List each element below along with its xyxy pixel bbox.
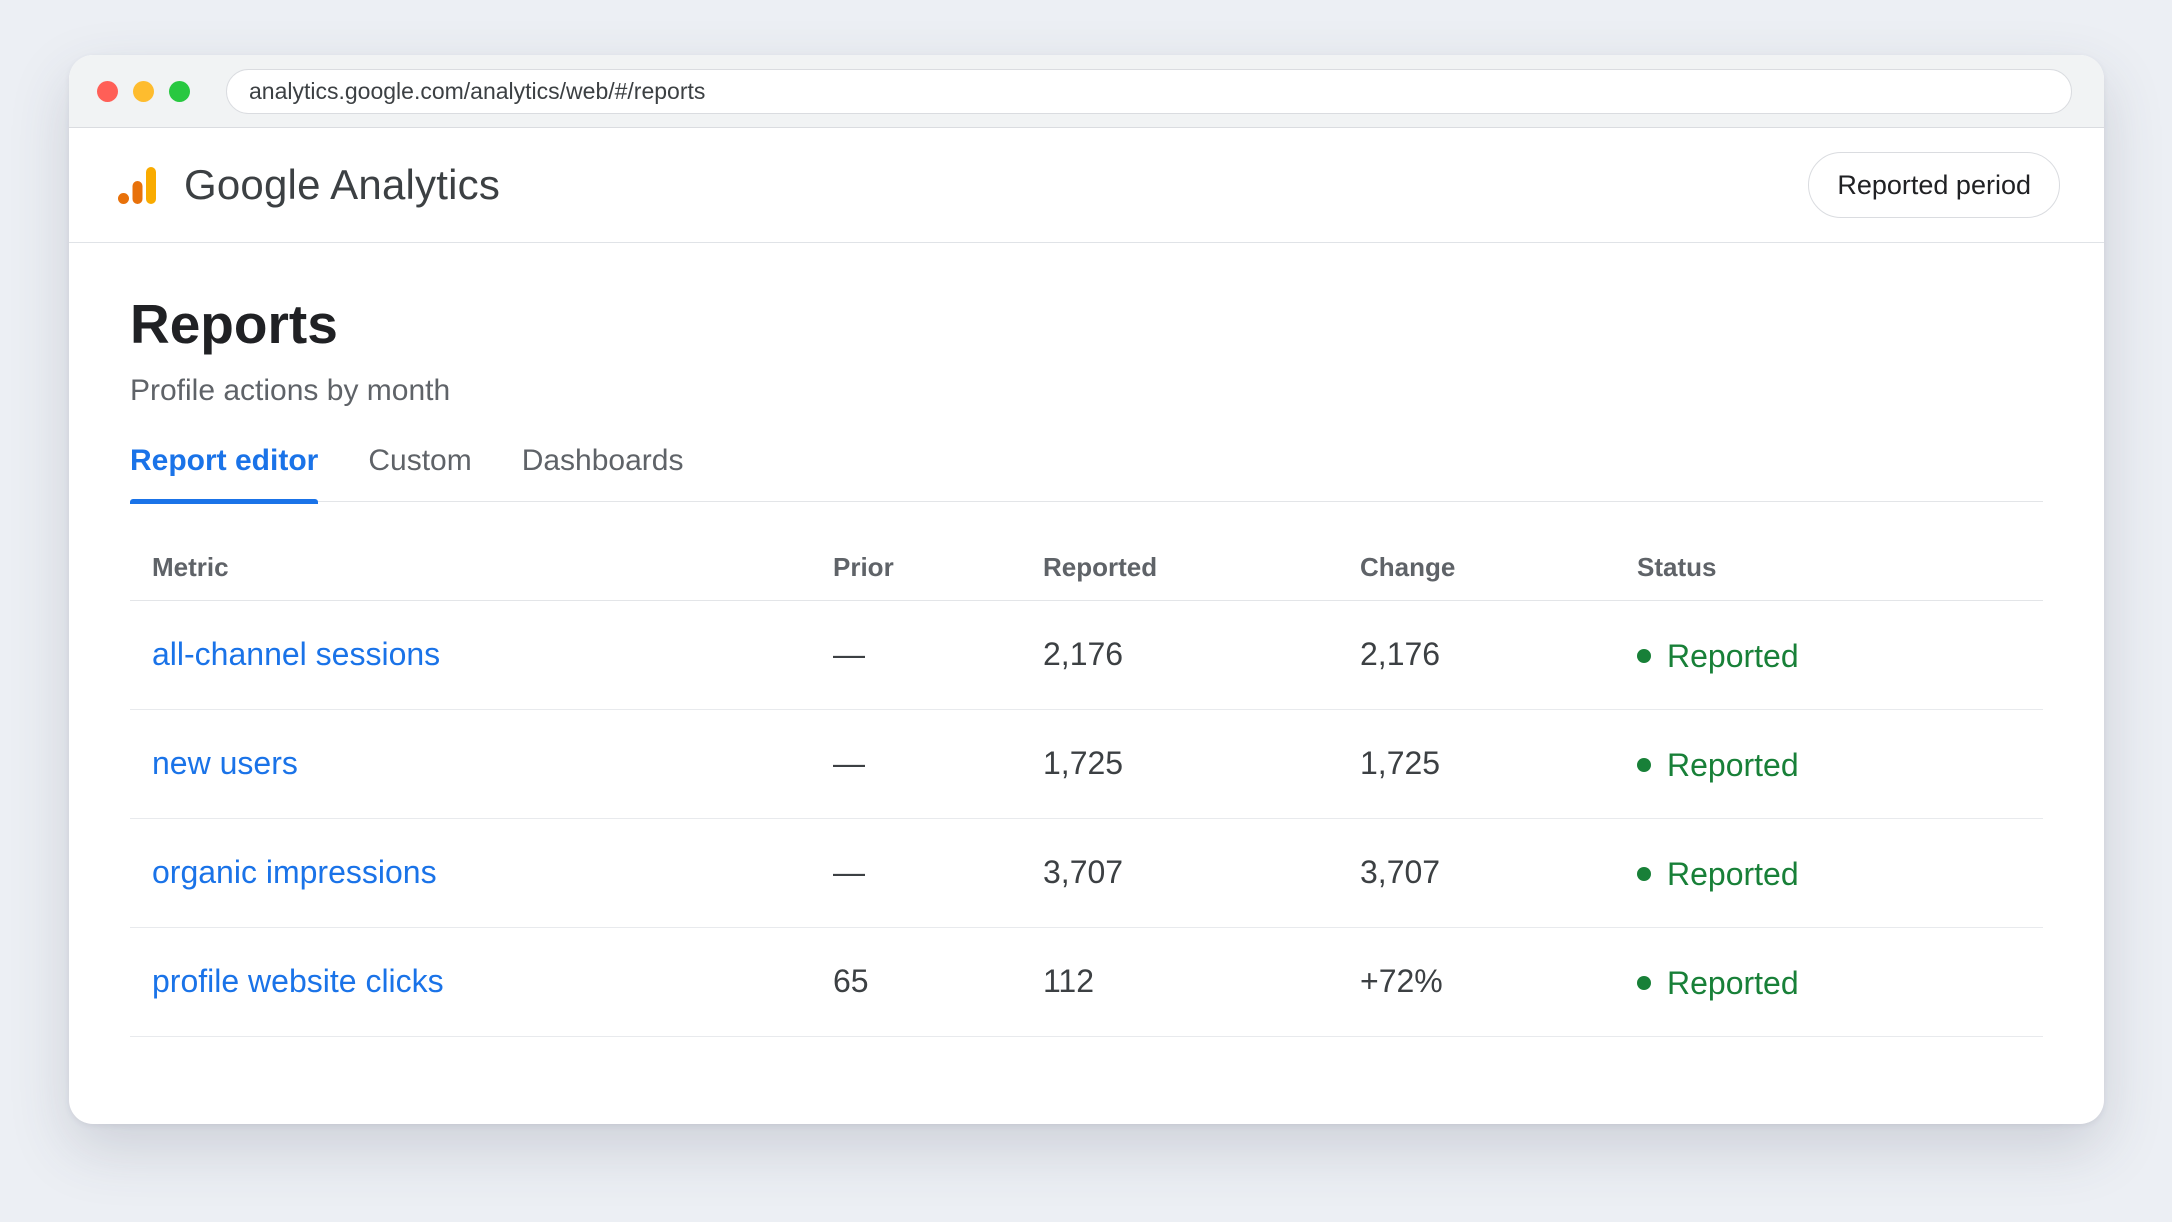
column-header-prior[interactable]: Prior — [833, 540, 1043, 601]
table-header-row: Metric Prior Reported Change Status — [130, 540, 2043, 601]
column-header-status[interactable]: Status — [1637, 540, 2043, 601]
metric-link[interactable]: all-channel sessions — [152, 636, 440, 672]
tab-custom[interactable]: Custom — [368, 434, 471, 502]
status-dot-icon — [1637, 867, 1651, 882]
status-dot-icon — [1637, 976, 1651, 991]
browser-window: analytics.google.com/analytics/web/#/rep… — [69, 55, 2104, 1124]
table-row: all-channel sessions — 2,176 2,176 Repor… — [130, 600, 2043, 710]
analytics-logo-icon — [118, 167, 156, 204]
minimize-window-button[interactable] — [133, 80, 154, 102]
reported-cell: 112 — [1043, 927, 1360, 1037]
reported-cell: 2,176 — [1043, 600, 1360, 710]
status-label: Reported — [1667, 746, 1799, 783]
status-badge: Reported — [1637, 965, 1799, 1002]
column-header-change[interactable]: Change — [1360, 540, 1637, 601]
prior-cell: — — [833, 709, 1043, 819]
page-subtitle: Profile actions by month — [130, 374, 451, 407]
status-label: Reported — [1667, 964, 1799, 1001]
change-cell: 3,707 — [1360, 818, 1637, 928]
prior-cell: — — [833, 818, 1043, 928]
address-bar[interactable]: analytics.google.com/analytics/web/#/rep… — [226, 68, 2072, 114]
change-cell: 1,725 — [1360, 709, 1637, 819]
reported-period-button[interactable]: Reported period — [1808, 152, 2060, 218]
metric-link[interactable]: organic impressions — [152, 854, 437, 890]
status-dot-icon — [1637, 758, 1651, 773]
tab-dashboards[interactable]: Dashboards — [522, 434, 684, 502]
metric-link[interactable]: new users — [152, 745, 298, 781]
browser-chrome: analytics.google.com/analytics/web/#/rep… — [69, 55, 2104, 128]
column-header-metric[interactable]: Metric — [130, 540, 833, 601]
table-row: profile website clicks 65 112 +72% Repor… — [130, 927, 2043, 1037]
tab-report-editor[interactable]: Report editor — [130, 434, 319, 504]
column-header-reported[interactable]: Reported — [1043, 540, 1360, 601]
status-badge: Reported — [1637, 638, 1799, 675]
tab-bar: Report editor Custom Dashboards — [130, 434, 2043, 504]
main-content: Reports Profile actions by month Report … — [69, 297, 2104, 1037]
prior-cell: — — [833, 600, 1043, 710]
reported-cell: 3,707 — [1043, 818, 1360, 928]
reports-table: Metric Prior Reported Change Status all-… — [130, 540, 2043, 1037]
status-dot-icon — [1637, 649, 1651, 664]
reported-cell: 1,725 — [1043, 709, 1360, 819]
change-cell: +72% — [1360, 927, 1637, 1037]
status-badge: Reported — [1637, 747, 1799, 784]
change-cell: 2,176 — [1360, 600, 1637, 710]
status-label: Reported — [1667, 637, 1799, 674]
app-title: Google Analytics — [184, 161, 501, 208]
metric-link[interactable]: profile website clicks — [152, 963, 444, 999]
table-row: organic impressions — 3,707 3,707 Report… — [130, 818, 2043, 928]
app-header: Google Analytics Reported period — [69, 128, 2104, 243]
page-title: Reports — [130, 293, 338, 355]
status-label: Reported — [1667, 855, 1799, 892]
table-row: new users — 1,725 1,725 Reported — [130, 709, 2043, 819]
address-bar-url: analytics.google.com/analytics/web/#/rep… — [249, 77, 706, 104]
close-window-button[interactable] — [97, 80, 118, 102]
maximize-window-button[interactable] — [169, 80, 190, 102]
prior-cell: 65 — [833, 927, 1043, 1037]
status-badge: Reported — [1637, 856, 1799, 893]
